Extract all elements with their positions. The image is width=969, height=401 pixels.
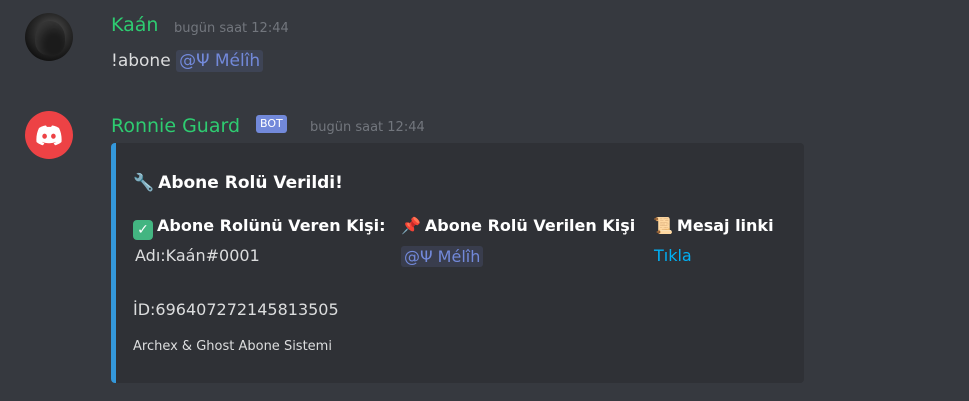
embed-title: 🔧 Abone Rolü Verildi! xyxy=(133,173,343,193)
bot-tag: BOT xyxy=(256,115,287,133)
user-mention[interactable]: @Ψ Mélîh xyxy=(401,246,484,267)
embed-accent-bar xyxy=(111,143,116,383)
field-value-receiver: @Ψ Mélîh xyxy=(401,246,484,267)
field-name-text: Abone Rolü Verilen Kişi xyxy=(424,216,636,235)
message-link[interactable]: Tıkla xyxy=(654,246,692,265)
author-name[interactable]: Ronnie Guard xyxy=(111,115,240,137)
message-timestamp: bugün saat 12:44 xyxy=(310,120,425,135)
field-name-receiver: 📌 Abone Rolü Verilen Kişi xyxy=(401,216,635,235)
check-mark-icon: ✓ xyxy=(133,220,153,240)
embed: 🔧 Abone Rolü Verildi! ✓ Abone Rolünü Veren… xyxy=(111,143,804,383)
embed-title-text: Abone Rolü Verildi! xyxy=(158,173,343,193)
chat-messages: Kaán bugün saat 12:44 !abone @Ψ Mélîh Ro… xyxy=(0,0,969,401)
field-name-link: 📜 Mesaj linki xyxy=(653,216,774,235)
embed-description: İD:696407272145813505 xyxy=(133,300,339,319)
wrench-icon: 🔧 xyxy=(133,173,155,193)
field-name-giver: ✓ Abone Rolünü Veren Kişi: xyxy=(133,216,386,240)
embed-footer: Archex & Ghost Abone Sistemi xyxy=(133,339,332,354)
scroll-icon: 📜 xyxy=(653,216,673,235)
pushpin-icon: 📌 xyxy=(401,216,421,235)
discord-logo-icon xyxy=(36,125,62,146)
message-ronnie-guard: Ronnie Guard BOT bugün saat 12:44 🔧 Abone… xyxy=(0,0,969,401)
bot-avatar[interactable] xyxy=(25,111,73,159)
field-value-giver: Adı:Kaán#0001 xyxy=(135,246,260,265)
field-name-text: Abone Rolünü Veren Kişi: xyxy=(157,216,386,235)
field-name-text: Mesaj linki xyxy=(676,216,774,235)
